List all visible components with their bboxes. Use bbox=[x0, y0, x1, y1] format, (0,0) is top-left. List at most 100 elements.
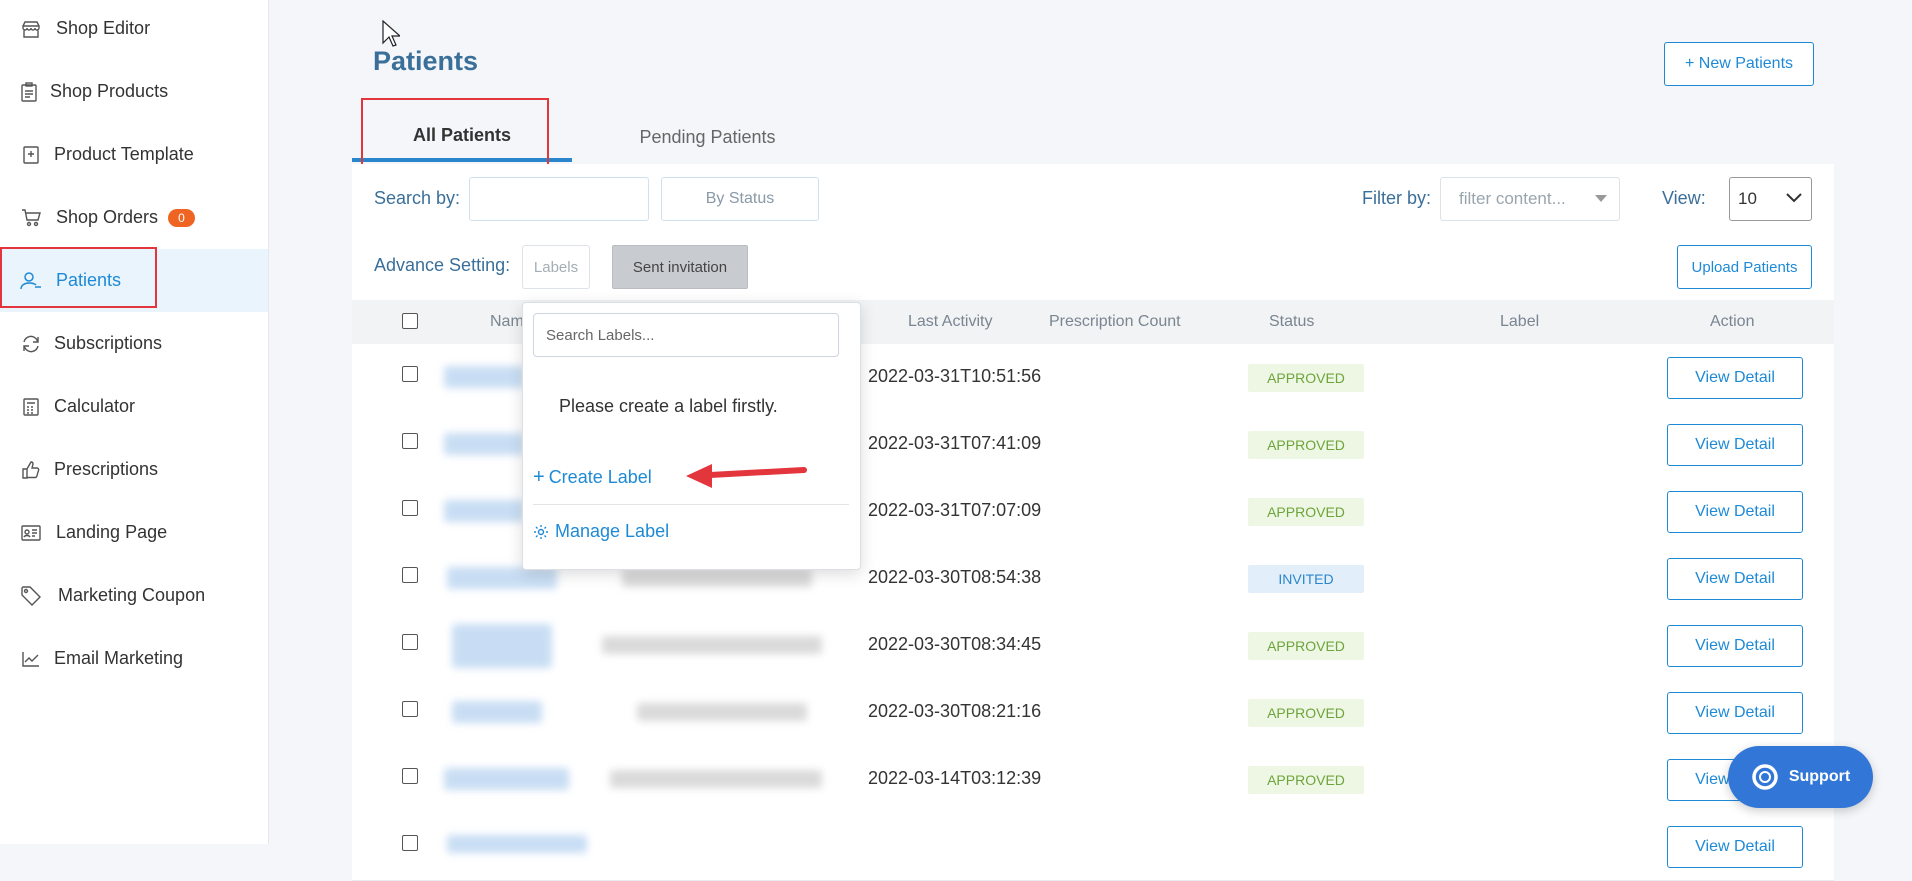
sidebar: Shop Editor Shop Products Product Templa… bbox=[0, 0, 269, 844]
table-row[interactable]: View Detail bbox=[352, 813, 1834, 881]
last-activity-value: 2022-03-30T08:34:45 bbox=[868, 634, 1042, 654]
new-patients-button[interactable]: + New Patients bbox=[1664, 42, 1814, 86]
status-badge: APPROVED bbox=[1248, 699, 1364, 727]
row-checkbox[interactable] bbox=[402, 701, 418, 717]
sidebar-item-label: Marketing Coupon bbox=[58, 585, 206, 605]
sidebar-item-prescriptions[interactable]: Prescriptions bbox=[0, 438, 268, 501]
redacted-email bbox=[622, 569, 812, 587]
sidebar-item-landing-page[interactable]: Landing Page bbox=[0, 501, 268, 564]
tab-pending-patients[interactable]: Pending Patients bbox=[600, 112, 815, 162]
view-detail-button[interactable]: View Detail bbox=[1667, 826, 1803, 868]
last-activity-value: 2022-03-31T07:07:09 bbox=[868, 500, 1042, 520]
support-label: Support bbox=[1788, 768, 1851, 785]
sidebar-item-label: Landing Page bbox=[56, 522, 168, 542]
sidebar-item-shop-products[interactable]: Shop Products bbox=[0, 60, 268, 123]
redacted-name bbox=[452, 701, 542, 723]
status-badge: APPROVED bbox=[1248, 364, 1364, 392]
view-count-select[interactable]: 10 bbox=[1729, 177, 1812, 221]
sent-invitation-button[interactable]: Sent invitation bbox=[612, 245, 748, 289]
view-detail-button[interactable]: View Detail bbox=[1667, 692, 1803, 734]
search-labels-input[interactable]: Search Labels... bbox=[533, 313, 839, 357]
sidebar-item-label: Subscriptions bbox=[54, 333, 163, 353]
view-detail-button[interactable]: View Detail bbox=[1667, 357, 1803, 399]
page-title: Patients bbox=[373, 46, 479, 76]
upload-patients-button[interactable]: Upload Patients bbox=[1677, 245, 1812, 289]
status-badge: APPROVED bbox=[1248, 766, 1364, 794]
manage-label-text: Manage Label bbox=[555, 521, 670, 541]
table-row[interactable]: 2022-03-30T08:34:45 APPROVED View Detail bbox=[352, 612, 1834, 680]
select-all-checkbox[interactable] bbox=[402, 313, 418, 329]
popover-divider bbox=[533, 504, 849, 505]
store-icon bbox=[20, 18, 42, 40]
search-input[interactable] bbox=[469, 177, 649, 221]
redacted-name bbox=[447, 567, 557, 589]
id-card-icon bbox=[20, 522, 42, 544]
last-activity-value: 2022-03-31T10:51:56 bbox=[868, 366, 1042, 386]
mouse-cursor-icon bbox=[382, 20, 400, 47]
filter-placeholder: filter content... bbox=[1459, 189, 1566, 208]
redacted-name bbox=[444, 500, 524, 522]
template-icon bbox=[20, 144, 42, 166]
column-header-label: Label bbox=[1500, 313, 1540, 330]
view-detail-button[interactable]: View Detail bbox=[1667, 491, 1803, 533]
last-activity-value: 2022-03-30T08:54:38 bbox=[868, 567, 1042, 587]
support-button[interactable]: Support bbox=[1728, 746, 1873, 808]
orders-count-badge: 0 bbox=[168, 208, 195, 227]
last-activity-value: 2022-03-14T03:12:39 bbox=[868, 768, 1042, 788]
row-checkbox[interactable] bbox=[402, 500, 418, 516]
sidebar-item-label: Patients bbox=[56, 270, 122, 290]
redacted-name bbox=[444, 768, 569, 790]
search-by-label: Search by: bbox=[374, 188, 461, 208]
row-checkbox[interactable] bbox=[402, 366, 418, 382]
last-activity-value: 2022-03-30T08:21:16 bbox=[868, 701, 1042, 721]
row-checkbox[interactable] bbox=[402, 433, 418, 449]
sidebar-item-marketing-coupon[interactable]: Marketing Coupon bbox=[0, 564, 268, 627]
labels-button[interactable]: Labels bbox=[522, 245, 590, 289]
cart-icon bbox=[20, 207, 42, 229]
view-detail-button[interactable]: View Detail bbox=[1667, 424, 1803, 466]
column-header-status: Status bbox=[1269, 313, 1315, 330]
sidebar-item-email-marketing[interactable]: Email Marketing bbox=[0, 627, 268, 690]
row-checkbox[interactable] bbox=[402, 567, 418, 583]
row-checkbox[interactable] bbox=[402, 835, 418, 851]
manage-label-link[interactable]: Manage Label bbox=[533, 521, 669, 542]
last-activity-value: 2022-03-31T07:41:09 bbox=[868, 433, 1042, 453]
sidebar-item-label: Shop Editor bbox=[56, 18, 151, 38]
tab-all-patients[interactable]: All Patients bbox=[352, 112, 572, 162]
sidebar-item-shop-orders[interactable]: Shop Orders 0 bbox=[0, 186, 268, 249]
empty-labels-message: Please create a label firstly. bbox=[559, 396, 778, 416]
table-row[interactable]: 2022-03-14T03:12:39 APPROVED View Detail bbox=[352, 746, 1834, 814]
caret-down-icon bbox=[1595, 195, 1607, 202]
thumbs-up-icon bbox=[20, 459, 42, 481]
sidebar-item-shop-editor[interactable]: Shop Editor bbox=[0, 0, 268, 60]
chevron-down-icon bbox=[1786, 193, 1802, 203]
sidebar-item-calculator[interactable]: Calculator bbox=[0, 375, 268, 438]
calculator-icon bbox=[20, 396, 42, 418]
view-detail-button[interactable]: View Detail bbox=[1667, 625, 1803, 667]
create-label-link[interactable]: + Create Label bbox=[533, 466, 652, 489]
table-row[interactable]: 2022-03-30T08:21:16 APPROVED View Detail bbox=[352, 679, 1834, 747]
sidebar-item-subscriptions[interactable]: Subscriptions bbox=[0, 312, 268, 375]
refresh-icon bbox=[20, 333, 42, 355]
redacted-email bbox=[602, 636, 822, 654]
row-checkbox[interactable] bbox=[402, 634, 418, 650]
filter-content-select[interactable]: filter content... bbox=[1440, 177, 1620, 221]
column-header-name: Nam bbox=[490, 313, 524, 330]
column-header-action: Action bbox=[1710, 313, 1755, 330]
status-badge: APPROVED bbox=[1248, 498, 1364, 526]
row-checkbox[interactable] bbox=[402, 768, 418, 784]
by-status-select[interactable]: By Status bbox=[661, 177, 819, 221]
view-label: View: bbox=[1662, 188, 1706, 208]
view-detail-button[interactable]: View Detail bbox=[1667, 558, 1803, 600]
tag-icon bbox=[20, 585, 42, 607]
sidebar-item-label: Prescriptions bbox=[54, 459, 159, 479]
gear-icon bbox=[534, 524, 548, 539]
labels-popover: Search Labels... Please create a label f… bbox=[522, 302, 861, 570]
redacted-name bbox=[447, 835, 587, 853]
create-label-text: Create Label bbox=[548, 467, 652, 487]
sidebar-item-product-template[interactable]: Product Template bbox=[0, 123, 268, 186]
sidebar-item-label: Product Template bbox=[54, 144, 194, 164]
status-badge: APPROVED bbox=[1248, 632, 1364, 660]
sidebar-item-patients[interactable]: Patients bbox=[0, 249, 268, 312]
filter-by-label: Filter by: bbox=[1362, 188, 1432, 208]
